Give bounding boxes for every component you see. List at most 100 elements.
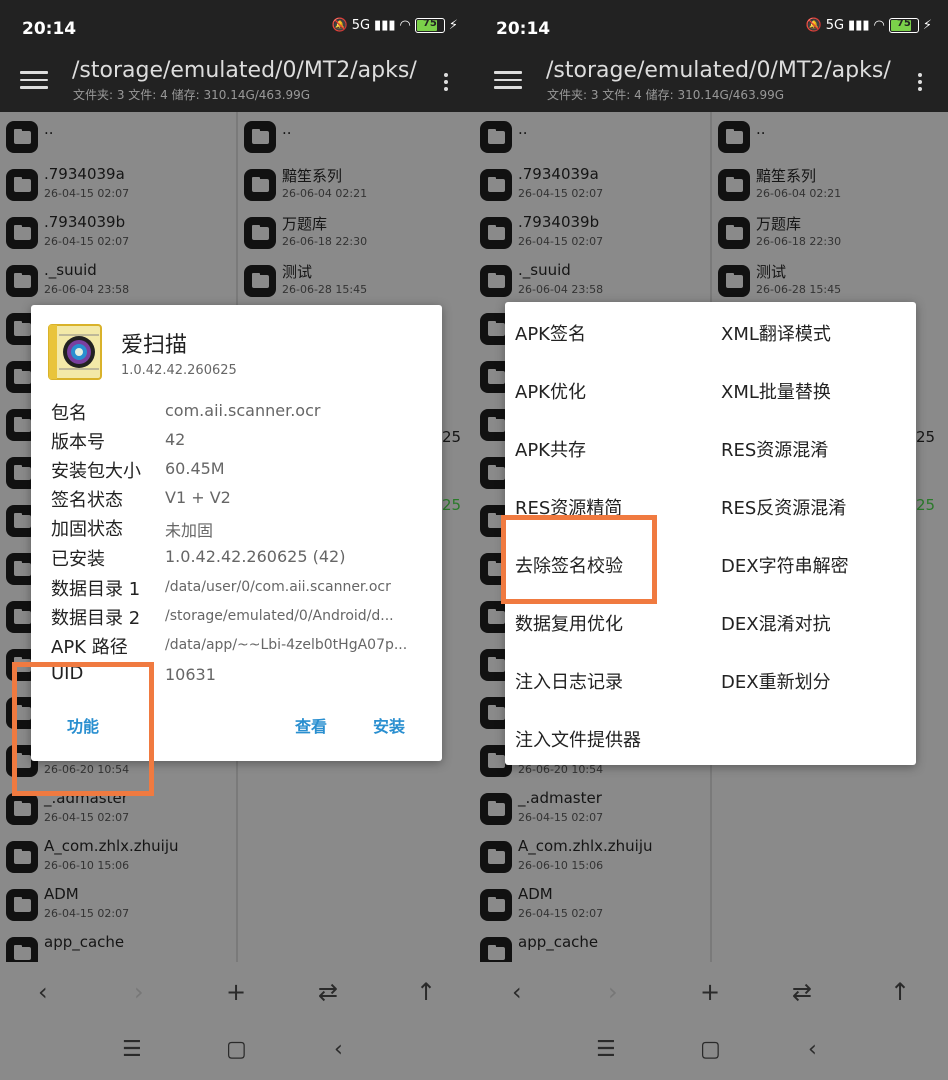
folder-icon (244, 169, 276, 201)
list-item[interactable]: 测试 26-06-28 15:45 (712, 256, 948, 304)
folder-icon (718, 265, 750, 297)
menu-item[interactable]: RES资源混淆 (721, 436, 828, 462)
list-item[interactable]: .7934039b 26-04-15 02:07 (0, 208, 236, 256)
folder-icon (480, 217, 512, 249)
list-item[interactable]: A_com.zhlx.zhuiju 26-06-10 15:06 (474, 832, 710, 880)
wifi-icon: ◠ (399, 18, 411, 33)
status-icons: 🔕 5G ▮▮▮ ◠ 75 ⚡ (806, 18, 932, 33)
home-icon[interactable]: ▢ (700, 1037, 721, 1062)
partial-text: 25 (916, 496, 936, 514)
signal-icon: 5G (825, 18, 845, 33)
back-icon[interactable]: ‹ (808, 1037, 817, 1062)
list-item[interactable]: app_cache (0, 928, 236, 962)
battery-icon: 75 (888, 18, 919, 33)
folder-icon (480, 265, 512, 297)
partial-text: 25 (916, 428, 936, 446)
install-button[interactable]: 安装 (373, 713, 405, 737)
folder-icon (480, 937, 512, 962)
menu-item[interactable]: APK优化 (515, 378, 586, 404)
swap-icon[interactable]: ⇄ (318, 978, 338, 1006)
folder-icon (6, 169, 38, 201)
folder-icon (480, 169, 512, 201)
folder-icon (6, 889, 38, 921)
menu-item[interactable]: XML批量替换 (721, 378, 831, 404)
right-screen: 20:14 🔕 5G ▮▮▮ ◠ 75 ⚡ /storage/emulated/… (474, 0, 948, 1080)
info-row: 安装包大小 60.45M (51, 459, 225, 482)
info-row[interactable]: 数据目录 1/data/user/0/com.aii.scanner.ocr (51, 575, 441, 603)
folder-icon (480, 121, 512, 153)
list-item[interactable]: ADM 26-04-15 02:07 (0, 880, 236, 928)
list-item[interactable]: app_cache (474, 928, 710, 962)
hamburger-menu-icon[interactable] (20, 66, 48, 94)
folder-icon (6, 793, 38, 825)
list-item[interactable]: ._suuid 26-06-04 23:58 (0, 256, 236, 304)
more-options-icon[interactable] (918, 70, 924, 94)
swap-icon[interactable]: ⇄ (792, 978, 812, 1006)
menu-item[interactable]: 注入文件提供器 (515, 726, 641, 752)
storage-info: 文件夹: 3 文件: 4 储存: 310.14G/463.99G (547, 88, 785, 102)
list-item[interactable]: 万题库 26-06-18 22:30 (238, 208, 474, 256)
list-item-parent[interactable]: .. (474, 112, 710, 160)
info-row[interactable]: APK 路径/data/app/~~Lbi-4zelb0tHgA07p... (51, 633, 441, 661)
menu-item[interactable]: 数据复用优化 (515, 610, 623, 636)
recent-apps-icon[interactable]: ☰ (596, 1037, 616, 1062)
folder-icon (718, 217, 750, 249)
signal-bars-icon: ▮▮▮ (848, 18, 870, 33)
back-arrow-icon[interactable]: ‹ (38, 978, 48, 1006)
bottom-toolbar: ‹ › + ⇄ ↑ (0, 962, 474, 1024)
list-item[interactable]: 万题库 26-06-18 22:30 (712, 208, 948, 256)
view-button[interactable]: 查看 (295, 713, 327, 737)
list-item[interactable]: 测试 26-06-28 15:45 (238, 256, 474, 304)
system-nav-bar: ☰ ▢ ‹ (474, 1024, 948, 1080)
app-icon (48, 324, 102, 380)
current-path: /storage/emulated/0/MT2/apks/ (546, 58, 891, 83)
info-row: 签名状态 V1 + V2 (51, 488, 231, 511)
home-icon[interactable]: ▢ (226, 1037, 247, 1062)
menu-item[interactable]: APK签名 (515, 320, 586, 346)
list-item[interactable]: .7934039a 26-04-15 02:07 (474, 160, 710, 208)
up-arrow-icon[interactable]: ↑ (890, 978, 910, 1006)
signal-icon: 5G (351, 18, 371, 33)
highlight-box (12, 662, 154, 796)
menu-item[interactable]: XML翻译模式 (721, 320, 831, 346)
list-item[interactable]: ADM 26-04-15 02:07 (474, 880, 710, 928)
menu-item[interactable]: APK共存 (515, 436, 586, 462)
menu-item[interactable]: DEX字符串解密 (721, 552, 849, 578)
folder-icon (244, 265, 276, 297)
info-row: 包名 com.aii.scanner.ocr (51, 401, 321, 424)
highlight-box (501, 515, 657, 604)
back-arrow-icon[interactable]: ‹ (512, 978, 522, 1006)
up-arrow-icon[interactable]: ↑ (416, 978, 436, 1006)
folder-icon (718, 169, 750, 201)
list-item-parent[interactable]: .. (238, 112, 474, 160)
status-bar: 20:14 🔕 5G ▮▮▮ ◠ 75 ⚡ (0, 0, 474, 58)
forward-arrow-icon[interactable]: › (134, 978, 144, 1006)
menu-item[interactable]: RES反资源混淆 (721, 494, 846, 520)
toolbar: /storage/emulated/0/MT2/apks/ 文件夹: 3 文件:… (0, 58, 474, 112)
folder-icon (244, 121, 276, 153)
folder-icon (480, 841, 512, 873)
recent-apps-icon[interactable]: ☰ (122, 1037, 142, 1062)
more-options-icon[interactable] (444, 70, 450, 94)
menu-item[interactable]: DEX重新划分 (721, 668, 831, 694)
add-icon[interactable]: + (226, 978, 246, 1006)
list-item[interactable]: 黯笙系列 26-06-04 02:21 (712, 160, 948, 208)
toolbar: /storage/emulated/0/MT2/apks/ 文件夹: 3 文件:… (474, 58, 948, 112)
list-item[interactable]: _.admaster 26-04-15 02:07 (474, 784, 710, 832)
forward-arrow-icon[interactable]: › (608, 978, 618, 1006)
info-row: 版本号 42 (51, 430, 186, 453)
list-item-parent[interactable]: .. (712, 112, 948, 160)
list-item[interactable]: .7934039a 26-04-15 02:07 (0, 160, 236, 208)
list-item[interactable]: A_com.zhlx.zhuiju 26-06-10 15:06 (0, 832, 236, 880)
add-icon[interactable]: + (700, 978, 720, 1006)
hamburger-menu-icon[interactable] (494, 66, 522, 94)
menu-item[interactable]: 注入日志记录 (515, 668, 623, 694)
info-row[interactable]: 数据目录 2/storage/emulated/0/Android/d... (51, 604, 441, 632)
current-path: /storage/emulated/0/MT2/apks/ (72, 58, 417, 83)
list-item[interactable]: 黯笙系列 26-06-04 02:21 (238, 160, 474, 208)
back-icon[interactable]: ‹ (334, 1037, 343, 1062)
list-item[interactable]: .7934039b 26-04-15 02:07 (474, 208, 710, 256)
list-item-parent[interactable]: .. (0, 112, 236, 160)
menu-item[interactable]: DEX混淆对抗 (721, 610, 831, 636)
list-item[interactable]: ._suuid 26-06-04 23:58 (474, 256, 710, 304)
